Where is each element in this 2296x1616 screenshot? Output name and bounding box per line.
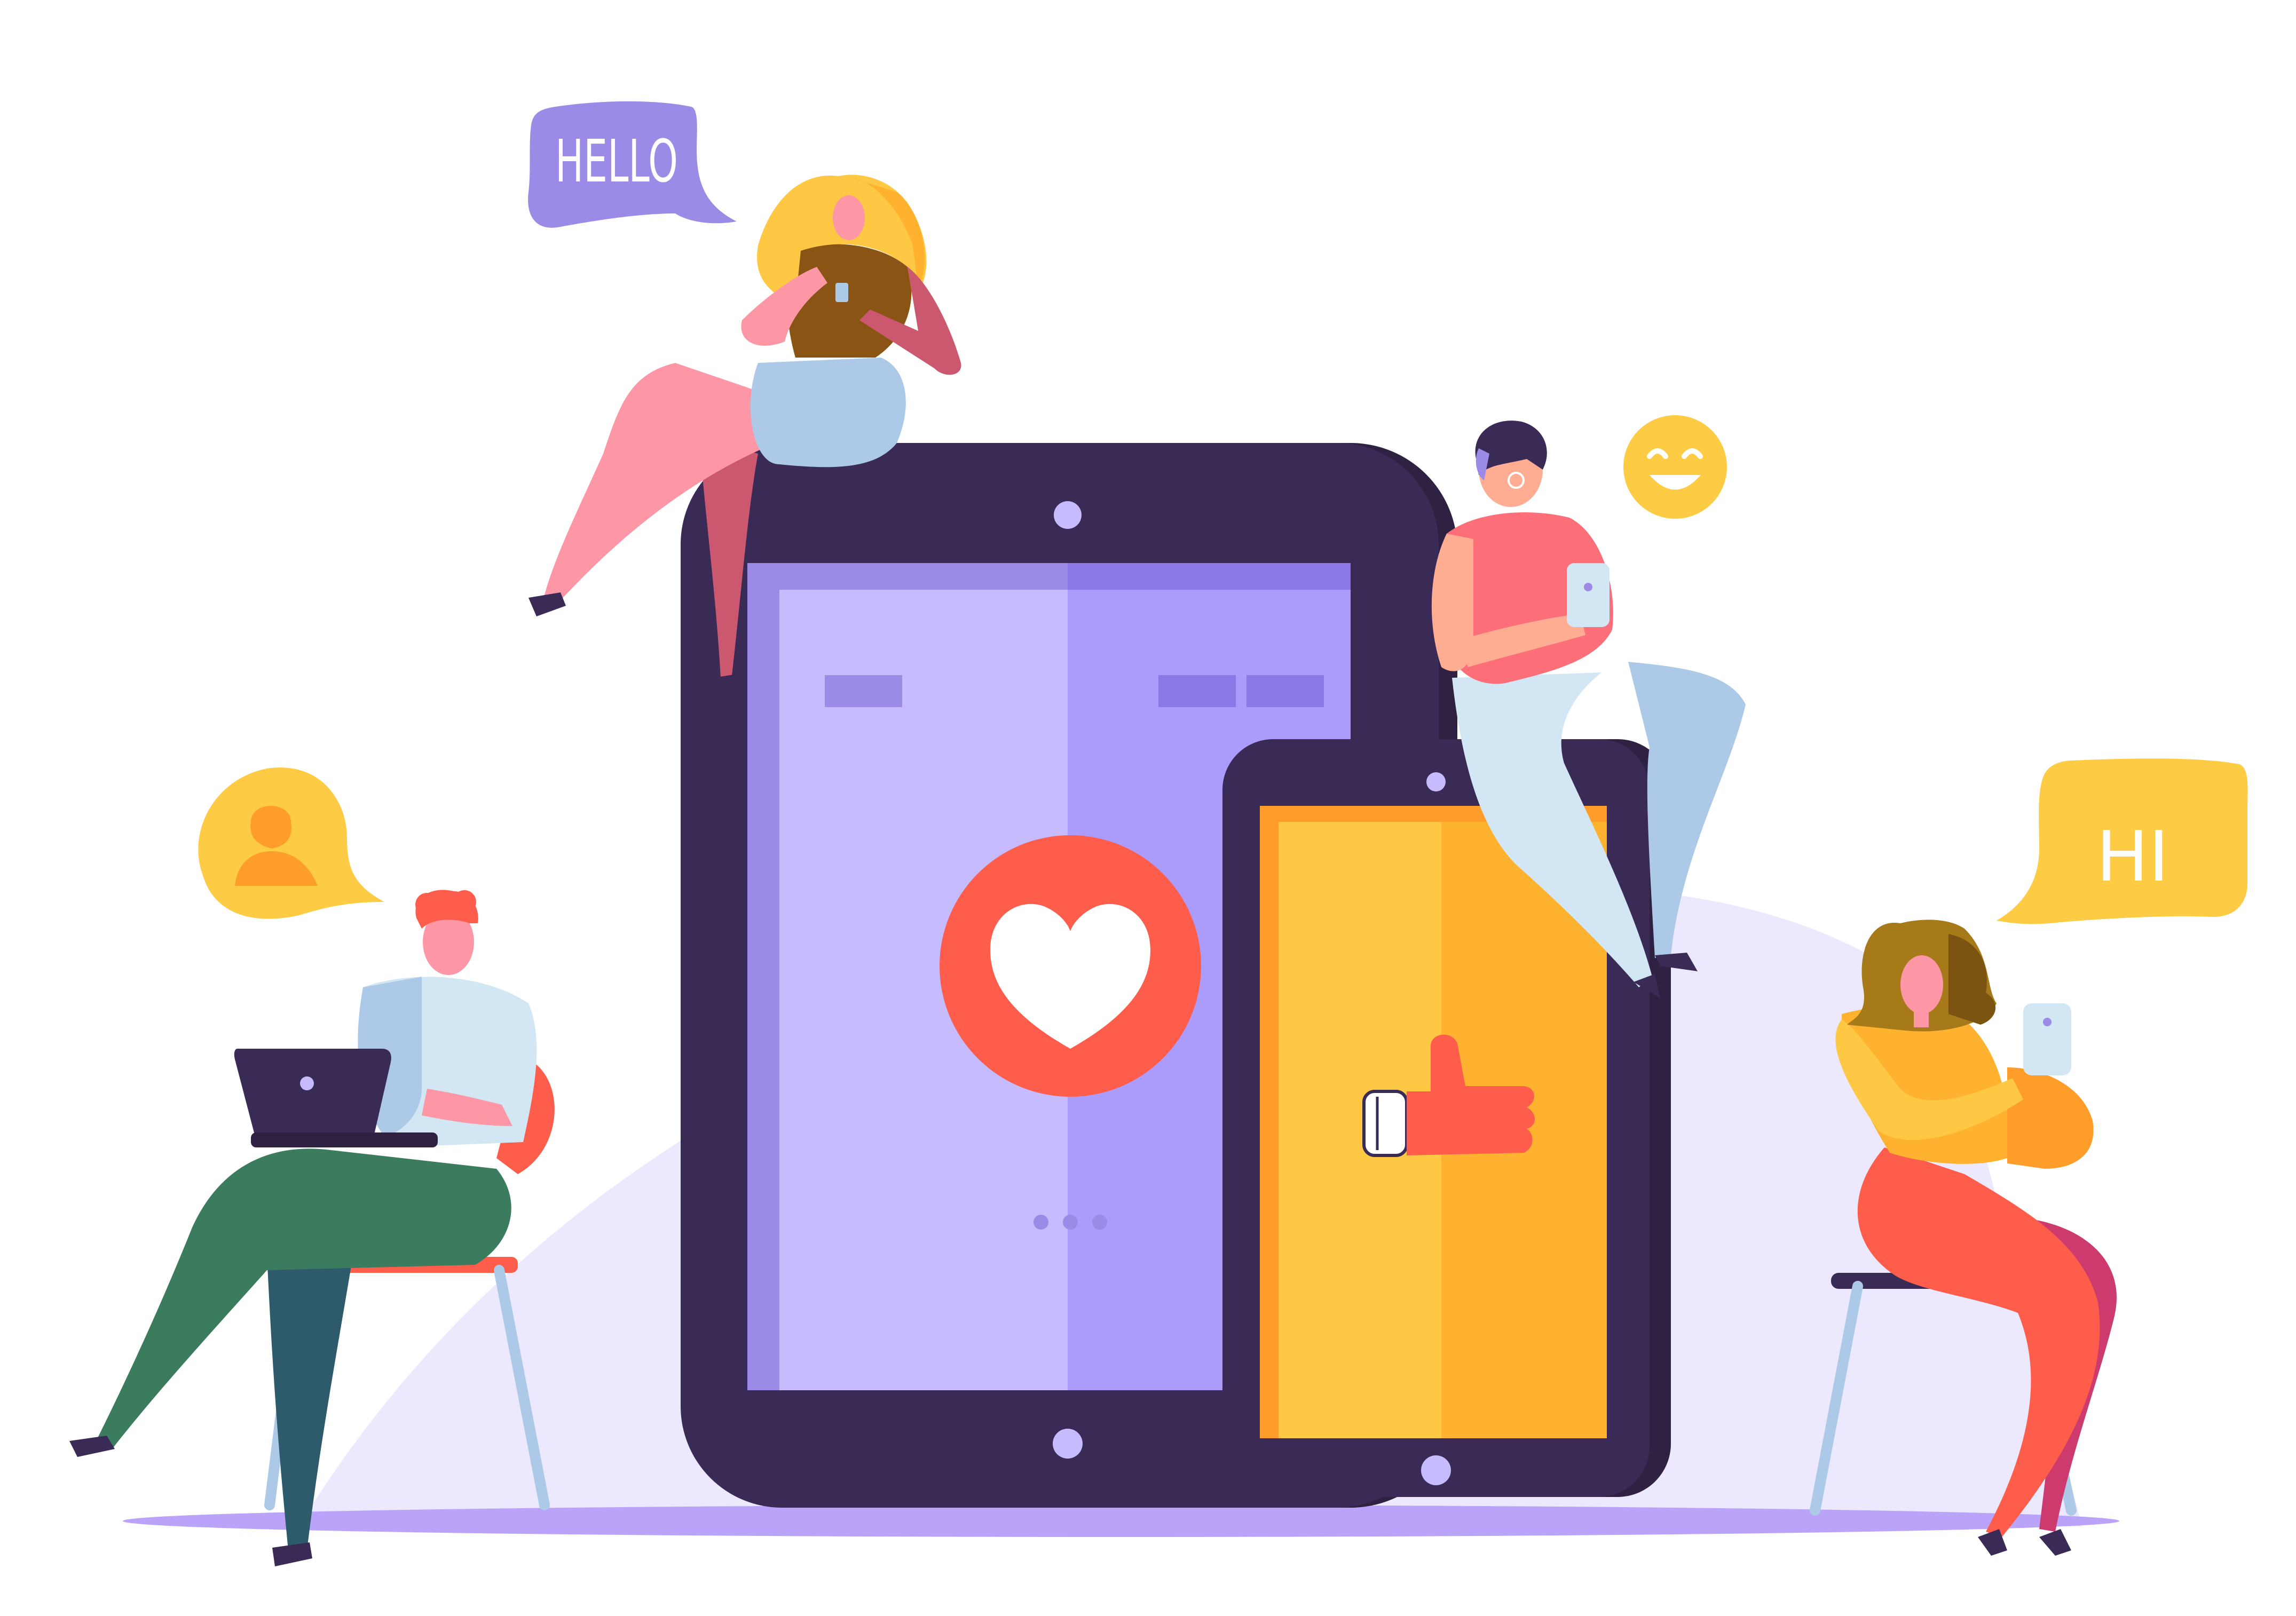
hi-speech-bubble: HI: [1997, 758, 2248, 924]
hello-speech-bubble: HELLO: [528, 101, 737, 228]
phone-camera: [1426, 772, 1446, 791]
handheld-tablet[interactable]: [2023, 1003, 2071, 1075]
tablet-home-button[interactable]: [1053, 1429, 1083, 1459]
screen-bar-left: [825, 675, 902, 707]
pagination-dots[interactable]: [1033, 1215, 1107, 1230]
social-network-illustration: HELLO HI: [69, 101, 2248, 1566]
like-heart-button[interactable]: [940, 835, 1201, 1097]
phone-screen: [1260, 806, 1607, 1438]
smile-emoji-icon: [1623, 415, 1727, 519]
screen-bar-right-2: [1246, 675, 1324, 707]
hello-bubble-text: HELLO: [555, 127, 678, 195]
phone-home-button[interactable]: [1421, 1455, 1451, 1485]
tablet-camera: [1054, 501, 1082, 529]
screen-bar-right-1: [1158, 675, 1236, 707]
hi-bubble-text: HI: [2096, 816, 2169, 897]
user-speech-bubble: [198, 767, 384, 919]
